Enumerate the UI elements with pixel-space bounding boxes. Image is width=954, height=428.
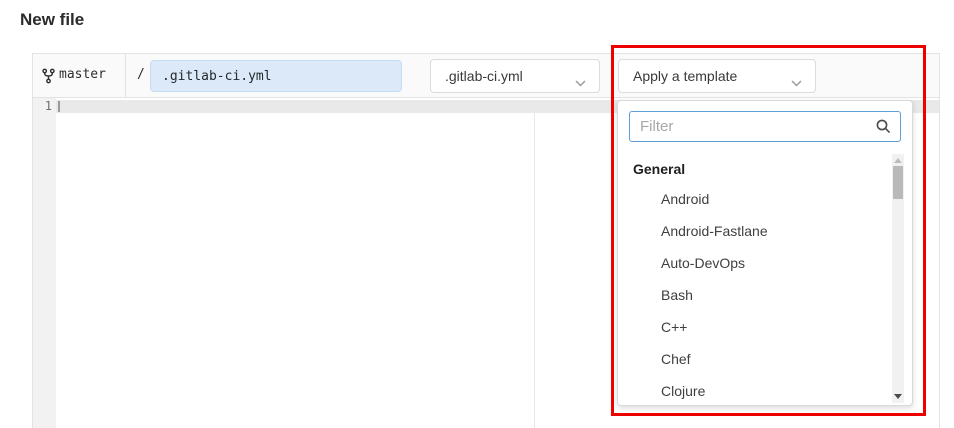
template-option-android[interactable]: Android xyxy=(618,183,888,215)
chevron-down-icon xyxy=(791,74,802,81)
apply-template-label: Apply a template xyxy=(633,68,737,84)
filename-input[interactable] xyxy=(150,60,402,92)
line-number: 1 xyxy=(33,100,52,113)
apply-template-dropdown-button[interactable]: Apply a template xyxy=(618,59,816,93)
scroll-up-icon[interactable] xyxy=(894,158,902,163)
template-option-chef[interactable]: Chef xyxy=(618,343,888,375)
print-margin-ruler xyxy=(534,113,535,428)
template-option-android-fastlane[interactable]: Android-Fastlane xyxy=(618,215,888,247)
template-list: General Android Android-Fastlane Auto-De… xyxy=(618,155,888,401)
template-filter-input[interactable] xyxy=(629,111,901,142)
template-group-header: General xyxy=(618,155,888,183)
page-title: New file xyxy=(20,10,84,30)
branch-name: master xyxy=(59,67,106,82)
toolbar-divider xyxy=(125,54,126,98)
template-option-clojure[interactable]: Clojure xyxy=(618,375,888,401)
path-separator: / xyxy=(137,67,145,82)
template-option-cpp[interactable]: C++ xyxy=(618,311,888,343)
filename-suggestion-value: .gitlab-ci.yml xyxy=(445,68,523,84)
template-option-bash[interactable]: Bash xyxy=(618,279,888,311)
filter-field-wrap xyxy=(629,111,901,142)
filename-suggestion-select[interactable]: .gitlab-ci.yml xyxy=(430,59,600,93)
scroll-down-icon[interactable] xyxy=(894,394,902,399)
git-branch-icon xyxy=(41,68,56,84)
template-option-auto-devops[interactable]: Auto-DevOps xyxy=(618,247,888,279)
chevron-down-icon xyxy=(575,74,586,81)
text-cursor xyxy=(58,101,60,112)
editor-gutter: 1 xyxy=(33,98,56,428)
template-dropdown-panel: General Android Android-Fastlane Auto-De… xyxy=(617,100,913,406)
search-icon xyxy=(875,118,892,135)
file-editor-toolbar: master / .gitlab-ci.yml Apply a template xyxy=(33,54,939,98)
dropdown-scrollbar[interactable] xyxy=(892,154,904,403)
scrollbar-thumb[interactable] xyxy=(893,166,903,199)
